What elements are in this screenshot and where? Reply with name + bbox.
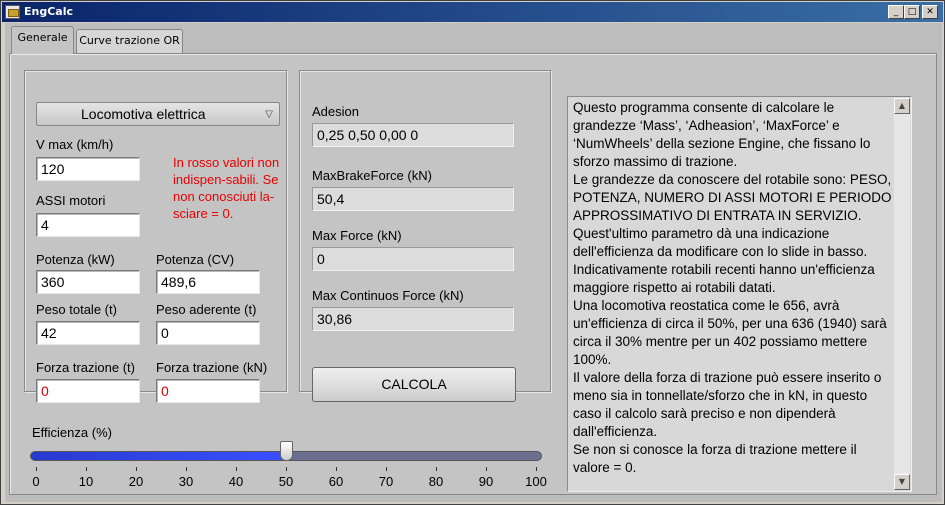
calcola-button[interactable]: CALCOLA: [312, 367, 516, 402]
forza-kn-label: Forza trazione (kN): [156, 360, 268, 375]
forza-t-field[interactable]: 0: [36, 379, 140, 403]
slider-tick: [86, 467, 87, 471]
tab-panel-generale: Locomotiva elettrica ▽ V max (km/h) 120 …: [9, 53, 937, 495]
tab-generale[interactable]: Generale: [11, 26, 74, 54]
slider-tick: [336, 467, 337, 471]
slider-tick: [536, 467, 537, 471]
scroll-down-icon[interactable]: ▼: [894, 474, 910, 490]
potenza-cv-field[interactable]: 489,6: [156, 270, 260, 294]
slider-tick-label: 10: [78, 474, 94, 489]
help-paragraph: Il valore della forza di trazione può es…: [573, 370, 882, 439]
slider-tick-label: 30: [178, 474, 194, 489]
efficienza-label: Efficienza (%): [32, 425, 112, 440]
help-text: Questo programma consente di calcolare l…: [573, 99, 893, 477]
slider-tick: [136, 467, 137, 471]
client-area: Generale Curve trazione OR Locomotiva el…: [5, 23, 942, 502]
slider-tick: [386, 467, 387, 471]
max-cont-value: 30,86: [312, 307, 514, 331]
slider-tick-label: 60: [328, 474, 344, 489]
scroll-up-icon[interactable]: ▲: [894, 98, 910, 114]
peso-aderente-label: Peso aderente (t): [156, 302, 257, 317]
locomotive-type-select[interactable]: Locomotiva elettrica ▽: [36, 102, 280, 126]
peso-totale-field[interactable]: 42: [36, 321, 140, 345]
max-force-value: 0: [312, 247, 514, 271]
slider-tick-label: 80: [428, 474, 444, 489]
slider-tick: [436, 467, 437, 471]
locomotive-type-value: Locomotiva elettrica: [81, 106, 206, 122]
tab-curve-trazione[interactable]: Curve trazione OR: [76, 29, 183, 53]
help-paragraph: Se non si conosce la forza di trazione m…: [573, 442, 857, 475]
chevron-down-icon: ▽: [265, 109, 273, 120]
help-paragraph: Quest'ultimo parametro dà una indicazion…: [573, 226, 868, 259]
optional-values-note: In rosso valori non indispen-sabili. Se …: [173, 155, 280, 221]
title-bar[interactable]: EngCalc _ □ ✕: [2, 2, 943, 22]
slider-fill: [31, 452, 287, 460]
slider-tick: [236, 467, 237, 471]
slider-tick-label: 50: [278, 474, 294, 489]
peso-aderente-field[interactable]: 0: [156, 321, 260, 345]
vmax-label: V max (km/h): [36, 137, 114, 152]
peso-totale-label: Peso totale (t): [36, 302, 117, 317]
max-cont-label: Max Continuos Force (kN): [312, 288, 464, 303]
slider-tick-label: 20: [128, 474, 144, 489]
assi-label: ASSI motori: [36, 193, 106, 208]
max-brake-label: MaxBrakeForce (kN): [312, 168, 432, 183]
help-paragraph: Questo programma consente di calcolare l…: [573, 100, 871, 169]
vmax-field[interactable]: 120: [36, 157, 140, 181]
help-paragraph: Le grandezze da conoscere del rotabile s…: [573, 172, 892, 223]
help-paragraph: Indicativamente rotabili recenti hanno u…: [573, 262, 875, 295]
assi-field[interactable]: 4: [36, 213, 140, 237]
app-window: EngCalc _ □ ✕ Generale Curve trazione OR…: [0, 0, 945, 505]
app-icon: [5, 5, 20, 19]
max-force-label: Max Force (kN): [312, 228, 402, 243]
slider-tick-label: 100: [525, 474, 547, 489]
forza-kn-field[interactable]: 0: [156, 379, 260, 403]
help-paragraph: Una locomotiva reostatica come le 656, a…: [573, 298, 887, 367]
slider-thumb[interactable]: [280, 441, 293, 461]
slider-tick-label: 70: [378, 474, 394, 489]
slider-tick: [486, 467, 487, 471]
close-button[interactable]: ✕: [922, 5, 938, 19]
maximize-button[interactable]: □: [904, 5, 920, 19]
slider-tick-label: 40: [228, 474, 244, 489]
help-text-box[interactable]: Questo programma consente di calcolare l…: [567, 96, 912, 492]
max-brake-value: 50,4: [312, 187, 514, 211]
potenza-kw-field[interactable]: 360: [36, 270, 140, 294]
adesion-value: 0,25 0,50 0,00 0: [312, 123, 514, 147]
minimize-button[interactable]: _: [888, 5, 904, 19]
slider-tick: [286, 467, 287, 471]
scrollbar[interactable]: ▲ ▼: [894, 98, 910, 490]
window-title: EngCalc: [24, 5, 74, 18]
slider-tick-label: 90: [478, 474, 494, 489]
slider-tick-label: 0: [32, 474, 40, 489]
potenza-cv-label: Potenza (CV): [156, 252, 235, 267]
forza-t-label: Forza trazione (t): [36, 360, 135, 375]
adesion-label: Adesion: [312, 104, 359, 119]
slider-tick: [36, 467, 37, 471]
potenza-kw-label: Potenza (kW): [36, 252, 115, 267]
slider-tick: [186, 467, 187, 471]
